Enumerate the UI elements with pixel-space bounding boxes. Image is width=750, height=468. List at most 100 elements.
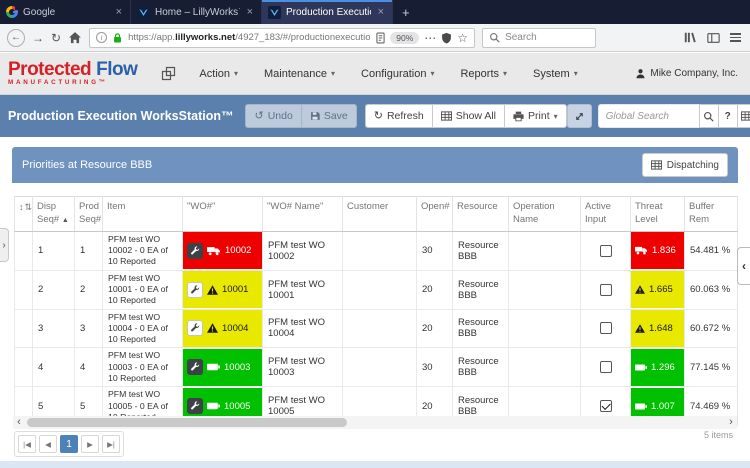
active-input-checkbox[interactable]	[600, 400, 612, 412]
page-actions-icon[interactable]: ⋯	[424, 32, 436, 44]
wrench-button[interactable]	[187, 320, 203, 336]
header-active-input[interactable]: Active Input	[581, 197, 631, 232]
shield-icon[interactable]	[441, 32, 452, 44]
scroll-left-icon[interactable]: ‹	[13, 416, 25, 429]
pager-prev-button[interactable]: ◀	[39, 435, 57, 453]
save-button[interactable]: Save	[301, 104, 357, 128]
header-wo-name[interactable]: "WO# Name"	[263, 197, 343, 232]
pager-first-button[interactable]: |◀	[18, 435, 36, 453]
scroll-right-icon[interactable]: ›	[725, 416, 737, 429]
browser-search-box[interactable]: Search	[482, 28, 596, 48]
user-menu[interactable]: Mike Company, Inc.	[635, 68, 742, 79]
user-label: Mike Company, Inc.	[650, 68, 738, 79]
home-button[interactable]	[68, 31, 82, 44]
horizontal-scrollbar[interactable]: ‹ ›	[13, 416, 737, 429]
menu-system[interactable]: System▾	[520, 53, 591, 95]
close-icon[interactable]: ×	[114, 6, 124, 18]
show-all-button[interactable]: Show All	[432, 104, 505, 128]
table-row[interactable]: 4 4 PFM test WO 10003 - 0 EA of 10 Repor…	[15, 348, 738, 387]
close-icon[interactable]: ×	[245, 6, 255, 18]
global-search-input[interactable]	[598, 104, 700, 128]
table-icon	[441, 111, 452, 121]
header-customer[interactable]: Customer	[343, 197, 417, 232]
menu-configuration[interactable]: Configuration▾	[348, 53, 447, 95]
menu-action[interactable]: Action▾	[186, 53, 251, 95]
tab-title: Home – LillyWorks™	[155, 7, 240, 18]
right-panel-expander[interactable]: ‹	[737, 247, 750, 285]
refresh-button[interactable]: ↻ Refresh	[365, 104, 433, 128]
active-input-checkbox[interactable]	[600, 361, 612, 373]
tab-home-lillyworks[interactable]: Home – LillyWorks™ ×	[131, 0, 262, 24]
active-input-checkbox[interactable]	[600, 284, 612, 296]
sort-asc-icon: ▲	[62, 217, 69, 224]
header-resource[interactable]: Resource	[453, 197, 509, 232]
header-wo[interactable]: "WO#"	[183, 197, 263, 232]
address-bar[interactable]: i https://app.lillyworks.net/4927_183/#/…	[89, 28, 475, 48]
column-grip-icon[interactable]: ⇅	[25, 202, 34, 212]
wo-number: 10004	[222, 323, 248, 334]
active-input-cell	[581, 270, 631, 309]
wo-cell: 10002	[183, 231, 263, 270]
tab-production-execution[interactable]: Production Execution – LillyWo ×	[262, 0, 393, 24]
bottom-strip	[0, 461, 750, 468]
wo-number: 10002	[225, 245, 251, 256]
left-panel-expander[interactable]: ›	[0, 228, 9, 262]
close-icon[interactable]: ×	[376, 6, 386, 18]
threat-value: 1.836	[652, 245, 676, 256]
header-operation-name[interactable]: Operation Name	[509, 197, 581, 232]
pfm-home-icon[interactable]	[151, 66, 186, 81]
warning-icon	[635, 324, 645, 333]
worksstation-toolbar: Production Execution WorksStation™ ↺ Und…	[0, 95, 750, 137]
wrench-button[interactable]	[187, 282, 203, 298]
reader-mode-icon[interactable]	[376, 32, 385, 44]
back-button[interactable]: ←	[7, 29, 25, 47]
wrench-button[interactable]	[187, 243, 203, 259]
header-item[interactable]: Item	[103, 197, 183, 232]
reload-button[interactable]: ↻	[51, 32, 61, 44]
library-icon[interactable]	[683, 31, 697, 44]
pager-page-1-button[interactable]: 1	[60, 435, 78, 453]
url-prefix: https://app.	[128, 32, 175, 43]
header-buffer-rem[interactable]: Buffer Rem	[685, 197, 738, 232]
expand-button[interactable]	[567, 104, 592, 128]
table-row[interactable]: 2 2 PFM test WO 10001 - 0 EA of 10 Repor…	[15, 270, 738, 309]
lillyworks-favicon	[268, 6, 281, 19]
pfm-logo: ProtectedFlow MANUFACTURING™	[8, 60, 137, 86]
header-prod-seq[interactable]: Prod Seq#	[75, 197, 103, 232]
dispatching-button[interactable]: Dispatching	[642, 153, 728, 177]
table-row[interactable]: 1 1 PFM test WO 10002 - 0 EA of 10 Repor…	[15, 231, 738, 270]
scrollbar-thumb[interactable]	[27, 418, 347, 427]
active-input-checkbox[interactable]	[600, 322, 612, 334]
global-search-button[interactable]	[699, 104, 719, 128]
sidebar-icon[interactable]	[707, 32, 720, 44]
grid-view-button[interactable]	[737, 104, 750, 128]
header-disp-seq[interactable]: Disp Seq# ▲	[33, 197, 75, 232]
wrench-button[interactable]	[187, 398, 203, 414]
tab-title: Production Execution – LillyWo	[286, 7, 371, 18]
pager-next-button[interactable]: ▶	[81, 435, 99, 453]
pager-last-button[interactable]: ▶|	[102, 435, 120, 453]
disp-seq-cell: 4	[33, 348, 75, 387]
header-threat-level[interactable]: Threat Level	[631, 197, 685, 232]
table-row[interactable]: 3 3 PFM test WO 10004 - 0 EA of 10 Repor…	[15, 309, 738, 348]
zoom-level-badge[interactable]: 90%	[390, 32, 419, 44]
chevron-right-icon: ›	[2, 240, 5, 251]
tab-google[interactable]: Google ×	[0, 0, 131, 24]
wo-number: 10003	[224, 362, 250, 373]
info-icon[interactable]: i	[96, 32, 107, 43]
menu-reports[interactable]: Reports▾	[447, 53, 520, 95]
menu-icon[interactable]	[730, 33, 741, 42]
active-input-checkbox[interactable]	[600, 245, 612, 257]
disp-seq-cell: 2	[33, 270, 75, 309]
logo-tagline: MANUFACTURING™	[8, 80, 137, 86]
new-tab-button[interactable]: +	[393, 0, 419, 24]
help-button[interactable]: ?	[718, 104, 738, 128]
wrench-button[interactable]	[187, 359, 203, 375]
bookmark-star-icon[interactable]: ☆	[457, 32, 468, 44]
print-button[interactable]: Print ▾	[504, 104, 567, 128]
prod-seq-cell: 3	[75, 309, 103, 348]
header-open[interactable]: Open#	[417, 197, 453, 232]
undo-button[interactable]: ↺ Undo	[245, 104, 301, 128]
forward-button[interactable]: →	[32, 32, 44, 44]
menu-maintenance[interactable]: Maintenance▾	[251, 53, 348, 95]
